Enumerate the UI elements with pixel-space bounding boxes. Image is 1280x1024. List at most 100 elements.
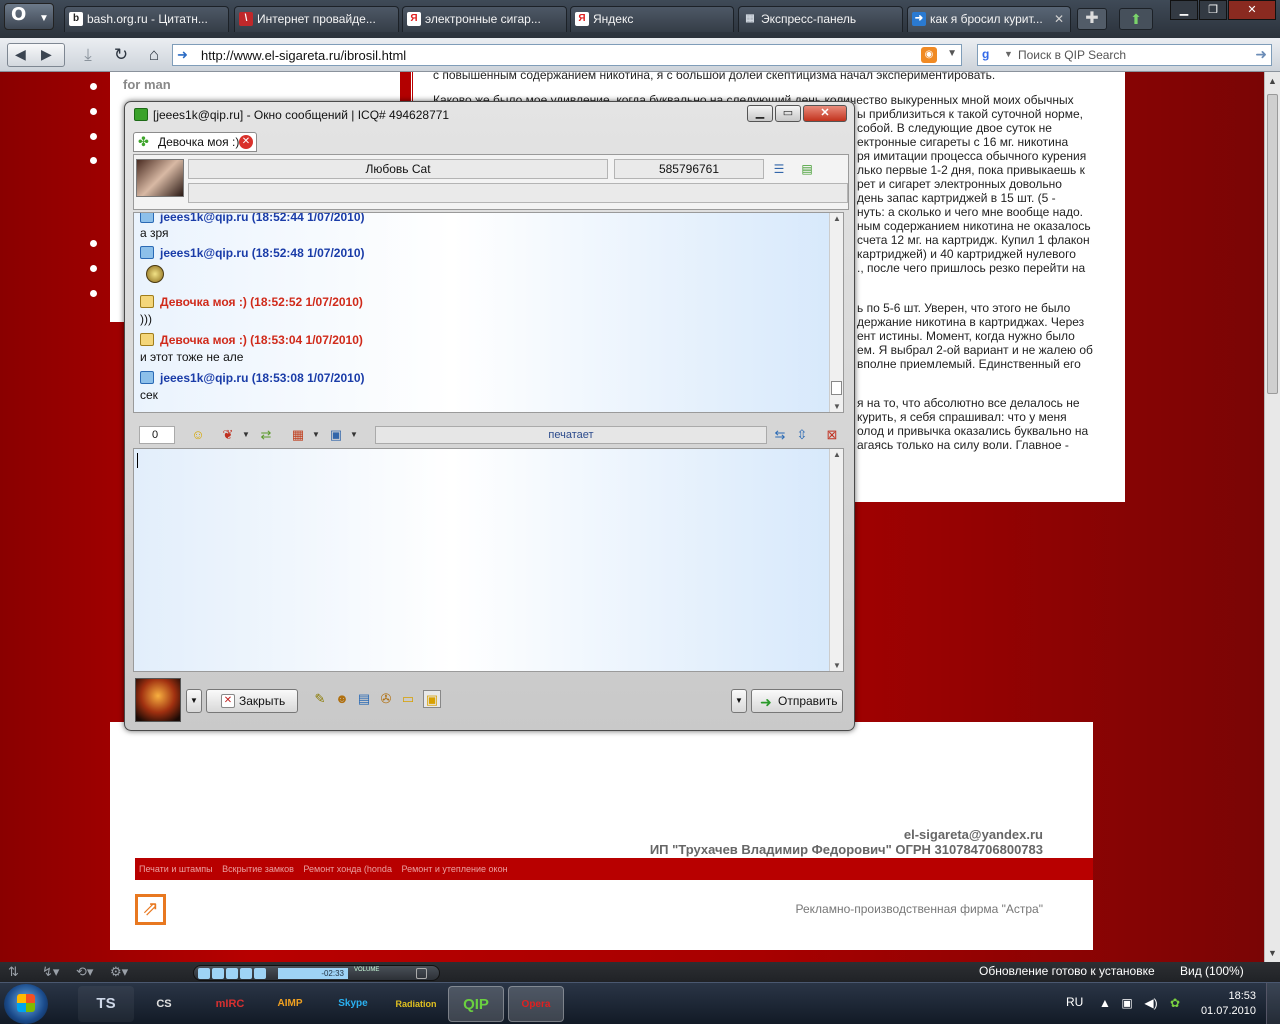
spellcheck-icon[interactable]: ⇆ bbox=[771, 426, 789, 444]
scroll-thumb[interactable] bbox=[831, 381, 842, 395]
unite-icon[interactable]: ⟲▾ bbox=[76, 964, 93, 980]
update-ready-text[interactable]: Обновление готово к установке bbox=[979, 964, 1155, 978]
closed-tabs-trash-button[interactable]: ⬆ bbox=[1119, 8, 1153, 30]
zoom-level[interactable]: Вид (100%) bbox=[1180, 964, 1244, 978]
minimize-button[interactable]: ▁ bbox=[1170, 0, 1198, 20]
qip-title-bar[interactable]: [jeees1k@qip.ru] - Окно сообщений | ICQ#… bbox=[125, 102, 854, 128]
tools-icon[interactable]: ✇ bbox=[377, 690, 395, 708]
user-info-icon[interactable]: ✎ bbox=[311, 690, 329, 708]
new-tab-button[interactable]: ✚ bbox=[1077, 8, 1107, 30]
restore-button[interactable]: ❐ bbox=[1199, 0, 1227, 20]
input-scrollbar[interactable]: ▲ ▼ bbox=[829, 449, 843, 671]
download-icon[interactable]: ⤓ bbox=[75, 43, 101, 67]
search-engine-dropdown-icon[interactable]: ▼ bbox=[1004, 49, 1013, 59]
tab-current[interactable]: ➜ как я бросил курит... ✕ bbox=[907, 6, 1071, 32]
footer-link[interactable]: Вскрытие замков bbox=[222, 864, 294, 874]
folder-icon[interactable]: ▭ bbox=[399, 690, 417, 708]
pause-icon[interactable] bbox=[212, 968, 224, 979]
taskbar-app-qip[interactable]: QIP bbox=[448, 986, 504, 1022]
close-options-dropdown[interactable]: ▼ bbox=[186, 689, 202, 713]
message-input[interactable]: ▲ ▼ bbox=[133, 448, 844, 672]
panels-toggle-icon[interactable]: ⇅ bbox=[8, 964, 19, 980]
forward-icon[interactable]: ▶ bbox=[41, 46, 52, 63]
reload-icon[interactable]: ↻ bbox=[108, 43, 134, 67]
google-search-engine-icon[interactable]: g bbox=[982, 47, 998, 63]
input-language-indicator[interactable]: RU bbox=[1066, 995, 1083, 1009]
settings-gear-icon[interactable]: ⚙▾ bbox=[110, 964, 128, 980]
chevron-down-icon[interactable]: ▼ bbox=[307, 426, 325, 444]
history-scrollbar[interactable]: ▲ ▼ bbox=[829, 213, 843, 412]
chevron-down-icon[interactable]: ▼ bbox=[345, 426, 363, 444]
system-clock[interactable]: 18:53 01.07.2010 bbox=[1196, 989, 1256, 1019]
footer-credit[interactable]: Рекламно-производственная фирма "Астра" bbox=[795, 902, 1043, 916]
player-window-icon[interactable] bbox=[416, 968, 427, 979]
quick-phrases-icon[interactable]: ❦ bbox=[219, 426, 237, 444]
qip-minimize-button[interactable]: ▁ bbox=[747, 105, 773, 122]
file-transfer-icon[interactable]: ▤ bbox=[798, 160, 816, 178]
next-icon[interactable] bbox=[254, 968, 266, 979]
tab-provider[interactable]: \ Интернет провайде... bbox=[234, 6, 399, 32]
footer-link[interactable]: Печати и штампы bbox=[139, 864, 213, 874]
tab-yandex[interactable]: Я Яндекс bbox=[570, 6, 734, 32]
qip-maximize-button[interactable]: ▭ bbox=[775, 105, 801, 122]
send-button[interactable]: ➜ Отправить bbox=[751, 689, 843, 713]
qip-tray-icon[interactable]: ✿ bbox=[1168, 996, 1182, 1010]
history-icon[interactable]: ▤ bbox=[355, 690, 373, 708]
taskbar-app-teamspeak[interactable]: TS bbox=[78, 986, 134, 1022]
contact-icon[interactable]: ☻ bbox=[333, 690, 351, 708]
taskbar-app-counter-strike[interactable]: CS bbox=[136, 986, 192, 1022]
scroll-up-icon[interactable]: ▲ bbox=[833, 214, 841, 223]
start-button[interactable] bbox=[4, 984, 48, 1024]
my-avatar[interactable] bbox=[135, 678, 181, 722]
chat-tab[interactable]: ✤ Девочка моя :) ✕ bbox=[133, 132, 257, 152]
resize-input-icon[interactable]: ⇳ bbox=[793, 426, 811, 444]
scroll-thumb[interactable] bbox=[1267, 94, 1278, 394]
close-chat-tab-icon[interactable]: ✕ bbox=[239, 135, 253, 149]
taskbar-app-opera[interactable]: Opera bbox=[508, 986, 564, 1022]
back-icon[interactable]: ◀ bbox=[15, 46, 26, 63]
close-window-button[interactable]: ✕ bbox=[1228, 0, 1276, 20]
tray-expand-icon[interactable]: ▲ bbox=[1098, 996, 1112, 1010]
scroll-up-icon[interactable]: ▲ bbox=[833, 450, 841, 459]
scroll-up-icon[interactable]: ▲ bbox=[1268, 76, 1277, 86]
tab-bash[interactable]: b bash.org.ru - Цитатн... bbox=[64, 6, 229, 32]
taskbar-app-mirc[interactable]: mIRC bbox=[202, 986, 258, 1022]
home-icon[interactable]: ⌂ bbox=[141, 43, 167, 67]
message-history[interactable]: jeees1k@qip.ru (18:52:44 1/07/2010) а зр… bbox=[133, 212, 844, 413]
close-chat-button[interactable]: ✕ Закрыть bbox=[206, 689, 298, 713]
rss-feed-icon[interactable]: ◉ bbox=[921, 47, 937, 63]
send-mode-icon[interactable]: ▣ bbox=[423, 690, 441, 708]
prev-icon[interactable] bbox=[240, 968, 252, 979]
stop-icon[interactable] bbox=[226, 968, 238, 979]
taskbar-app-aimp[interactable]: AIMP bbox=[262, 986, 318, 1022]
contact-email[interactable]: el-sigareta@yandex.ru bbox=[650, 827, 1043, 842]
smiley-picker-icon[interactable]: ☺ bbox=[189, 426, 207, 444]
scroll-down-icon[interactable]: ▼ bbox=[1268, 948, 1277, 958]
close-all-tabs-icon[interactable]: ⊠ bbox=[823, 426, 841, 444]
volume-icon[interactable]: ◀) bbox=[1144, 996, 1158, 1010]
close-tab-icon[interactable]: ✕ bbox=[1054, 7, 1064, 31]
astra-logo-icon[interactable]: ⇗ bbox=[135, 894, 166, 925]
menu-heading[interactable]: for man bbox=[123, 77, 171, 92]
contact-avatar[interactable] bbox=[136, 159, 184, 197]
scroll-down-icon[interactable]: ▼ bbox=[833, 661, 841, 670]
send-options-dropdown[interactable]: ▼ bbox=[731, 689, 747, 713]
footer-link[interactable]: Ремонт и утепление окон bbox=[401, 864, 507, 874]
contact-details-icon[interactable]: ☰ bbox=[770, 160, 788, 178]
play-icon[interactable] bbox=[198, 968, 210, 979]
chevron-down-icon[interactable]: ▼ bbox=[237, 426, 255, 444]
tab-ecig-search[interactable]: Я электронные сигар... bbox=[402, 6, 567, 32]
scroll-down-icon[interactable]: ▼ bbox=[833, 402, 841, 411]
search-bar[interactable]: g ▼ Поиск в QIP Search ➜ bbox=[977, 44, 1272, 66]
tab-speed-dial[interactable]: ▦ Экспресс-панель bbox=[738, 6, 903, 32]
address-dropdown-icon[interactable]: ▼ bbox=[947, 48, 957, 59]
qip-close-button[interactable]: ✕ bbox=[803, 105, 847, 122]
address-bar[interactable]: ➜ http://www.el-sigareta.ru/ibrosil.html… bbox=[172, 44, 962, 66]
turbo-icon[interactable]: ↯▾ bbox=[42, 964, 59, 980]
network-icon[interactable]: ▣ bbox=[1120, 996, 1134, 1010]
taskbar-app-radiation[interactable]: Radiation bbox=[388, 986, 444, 1022]
translit-icon[interactable]: ▣ bbox=[327, 426, 345, 444]
taskbar-app-skype[interactable]: Skype bbox=[325, 986, 381, 1022]
history-calendar-icon[interactable]: ▦ bbox=[289, 426, 307, 444]
page-scrollbar[interactable]: ▲ ▼ bbox=[1264, 72, 1280, 962]
